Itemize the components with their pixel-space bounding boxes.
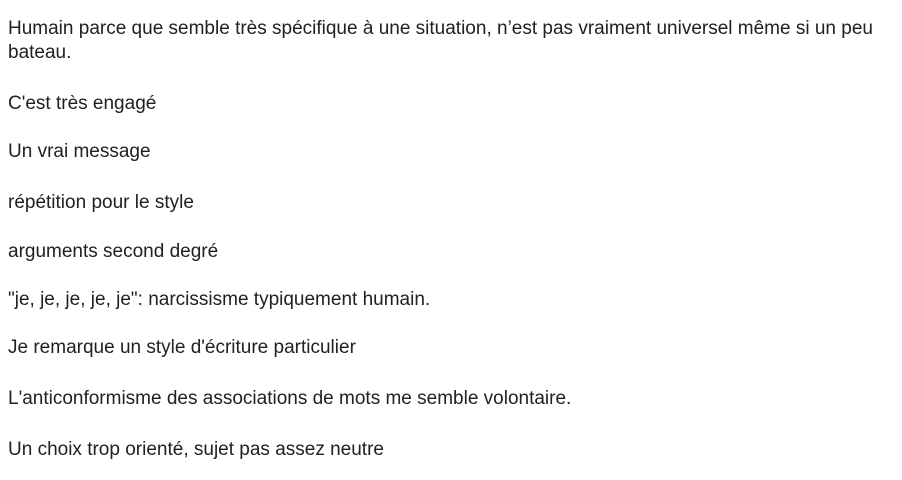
comment-line: Un choix trop orienté, sujet pas assez n… [8,439,384,460]
comment-line: C'est très engagé [8,93,157,114]
comment-line: "je, je, je, je, je": narcissisme typiqu… [8,289,431,310]
comments-page: Humain parce que semble très spécifique … [0,0,902,480]
comment-line: répétition pour le style [8,192,194,213]
comment-line: L'anticonformisme des associations de mo… [8,388,572,409]
comment-line: Un vrai message [8,141,151,162]
comment-line: Je remarque un style d'écriture particul… [8,337,356,358]
comment-line: Humain parce que semble très spécifique … [8,18,873,63]
comment-line: arguments second degré [8,241,219,262]
